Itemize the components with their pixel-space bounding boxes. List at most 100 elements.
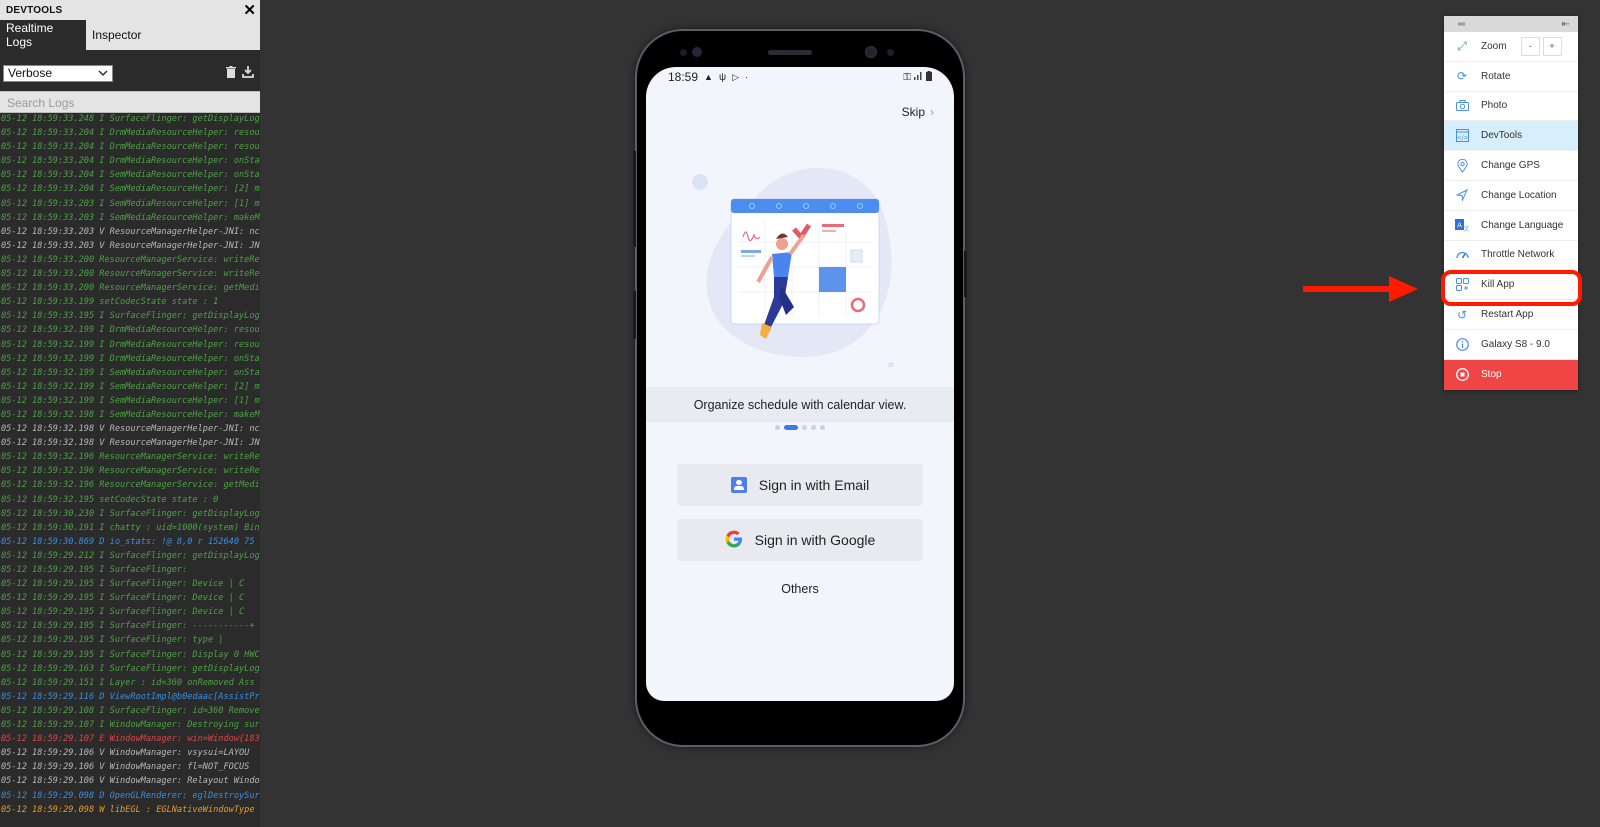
toolbar-item-change-language[interactable]: A文 Change Language (1444, 211, 1578, 241)
log-line: 05-12 18:59:29.195 I SurfaceFlinger: Dev… (1, 579, 245, 590)
gauge-icon (1455, 248, 1469, 262)
log-line: 05-12 18:59:32.196 ResourceManagerServic… (1, 466, 260, 477)
rotate-icon: ⟳ (1456, 69, 1468, 84)
toolbar-item-zoom: ⤢ Zoom - + (1444, 32, 1578, 62)
dot-icon: · (745, 72, 749, 82)
log-line: 05-12 18:59:29.106 V WindowManager: fl=N… (1, 762, 250, 773)
log-list[interactable]: 05-12 18:59:33.248 I SurfaceFlinger: get… (0, 112, 260, 827)
play-store-icon: ▷ (732, 71, 740, 82)
toolbar-item-rotate[interactable]: ⟳ Rotate (1444, 62, 1578, 92)
log-line: 05-12 18:59:33.204 I SemMediaResourceHel… (1, 184, 260, 195)
download-icon[interactable] (242, 65, 254, 81)
devtools-header: DEVTOOLS ✕ (0, 0, 260, 20)
devtools-panel: DEVTOOLS ✕ Realtime Logs Inspector Verbo… (0, 0, 260, 827)
sign-in-email-button[interactable]: Sign in with Email (677, 464, 923, 506)
log-line: 05-12 18:59:33.203 V ResourceManagerHelp… (1, 226, 260, 237)
toolbar-item-devtools[interactable]: </> DevTools (1444, 121, 1578, 152)
log-line: 05-12 18:59:33.204 I SemMediaResourceHel… (1, 170, 260, 181)
svg-text:</>: </> (1456, 135, 1468, 142)
skip-button[interactable]: Skip › (902, 105, 934, 119)
zoom-out-button[interactable]: - (1520, 36, 1540, 56)
phone-device-frame: 18:59 ▲ ψ ▷ · ⚿ Skip › Organize schedule… (633, 29, 967, 747)
log-line: 05-12 18:59:32.199 I SemMediaResourceHel… (1, 367, 260, 378)
log-line: 05-12 18:59:29.107 I WindowManager: Dest… (1, 720, 260, 731)
trash-icon[interactable] (226, 65, 236, 81)
info-icon (1455, 337, 1469, 351)
log-line: 05-12 18:59:29.195 I SurfaceFlinger: Dis… (1, 649, 260, 660)
vpn-key-icon: ⚿ (903, 71, 911, 83)
toolbar-item-change-location[interactable]: Change Location (1444, 181, 1578, 211)
navigation-icon (1455, 188, 1469, 202)
log-line: 05-12 18:59:30.230 I SurfaceFlinger: get… (1, 508, 260, 519)
search-logs-input[interactable]: Search Logs (0, 91, 260, 113)
caption-text: Organize schedule with calendar view. (693, 397, 907, 412)
log-line: 05-12 18:59:29.195 I SurfaceFlinger: Dev… (1, 607, 245, 618)
signal-icon (914, 71, 923, 83)
chevron-down-icon (98, 66, 108, 80)
toolbar-label: Restart App (1481, 309, 1534, 321)
close-icon[interactable]: ✕ (243, 3, 256, 18)
log-line: 05-12 18:59:32.199 I DrmMediaResourceHel… (1, 325, 260, 336)
pager-dot-active[interactable] (784, 425, 798, 430)
tab-inspector[interactable]: Inspector (86, 20, 147, 50)
log-line: 05-12 18:59:33.204 I DrmMediaResourceHel… (1, 128, 260, 139)
sign-in-google-label: Sign in with Google (754, 532, 876, 548)
pager-dots (646, 425, 954, 430)
svg-text:A: A (1457, 221, 1462, 229)
log-line: 05-12 18:59:33.204 I DrmMediaResourceHel… (1, 156, 260, 167)
stop-icon (1455, 368, 1469, 382)
log-line: 05-12 18:59:33.248 I SurfaceFlinger: get… (1, 114, 260, 124)
log-line: 05-12 18:59:29.163 I SurfaceFlinger: get… (1, 663, 260, 674)
sign-in-email-label: Sign in with Email (758, 477, 870, 493)
log-line: 05-12 18:59:29.195 I SurfaceFlinger: (1, 565, 188, 575)
log-line: 05-12 18:59:32.196 ResourceManagerServic… (1, 480, 260, 491)
pager-dot[interactable] (802, 425, 807, 430)
log-line: 05-12 18:59:29.212 I SurfaceFlinger: get… (1, 550, 260, 561)
pager-dot[interactable] (820, 425, 825, 430)
log-line: 05-12 18:59:32.196 ResourceManagerServic… (1, 452, 260, 463)
svg-text:文: 文 (1463, 225, 1469, 232)
onboarding-caption: Organize schedule with calendar view. (646, 387, 954, 422)
log-line: 05-12 18:59:33.199 setCodecState state :… (1, 297, 219, 308)
pager-dot[interactable] (775, 425, 780, 430)
pager-dot[interactable] (811, 425, 816, 430)
sign-in-google-button[interactable]: Sign in with Google (677, 519, 923, 561)
log-line: 05-12 18:59:30.869 D io_stats: !@ 8,0 r … (1, 536, 255, 547)
toolbar-label: Photo (1481, 100, 1508, 112)
toolbar-label: Change Location (1481, 189, 1557, 201)
log-line: 05-12 18:59:33.203 I SemMediaResourceHel… (1, 212, 260, 223)
language-icon: A文 (1455, 218, 1469, 232)
power-button (964, 251, 967, 297)
toolbar-label: DevTools (1481, 130, 1523, 142)
volume-button (633, 291, 636, 339)
bixby-button (633, 151, 636, 247)
toolbar-item-stop[interactable]: Stop (1444, 359, 1578, 390)
others-link[interactable]: Others (646, 582, 954, 596)
toolbar-item-photo[interactable]: Photo (1444, 92, 1578, 122)
drag-handle-icon[interactable]: ═ (1458, 19, 1465, 30)
log-level-select[interactable]: Verbose (3, 64, 113, 82)
log-line: 05-12 18:59:29.106 V WindowManager: vsys… (1, 748, 250, 759)
annotation-arrow (1303, 276, 1418, 302)
zoom-in-button[interactable]: + (1542, 36, 1562, 56)
toolbar-label: Change GPS (1481, 160, 1540, 172)
chevron-right-icon: › (930, 105, 934, 119)
collapse-icon[interactable]: ⇤ (1562, 19, 1570, 30)
log-line: 05-12 18:59:29.116 D ViewRootImpl@b0edaa… (1, 691, 260, 702)
log-line: 05-12 18:59:29.107 E WindowManager: win=… (1, 734, 260, 745)
google-icon (725, 530, 743, 551)
toolbar-label: Change Language (1481, 219, 1564, 231)
status-time: 18:59 (668, 70, 699, 84)
log-line: 05-12 18:59:32.199 I DrmMediaResourceHel… (1, 339, 260, 350)
devtools-tabs: Realtime Logs Inspector (0, 20, 260, 50)
phone-sensors (637, 43, 963, 63)
battery-icon (926, 70, 932, 84)
log-line: 05-12 18:59:29.151 I Layer : id=360 onRe… (1, 677, 255, 688)
log-line: 05-12 18:59:32.199 I SemMediaResourceHel… (1, 381, 260, 392)
tab-realtime-logs[interactable]: Realtime Logs (0, 20, 86, 50)
toolbar-item-throttle-network[interactable]: Throttle Network (1444, 241, 1578, 271)
contact-icon (730, 477, 747, 493)
toolbar-item-change-gps[interactable]: Change GPS (1444, 151, 1578, 181)
toolbar-item-device-info[interactable]: Galaxy S8 - 9.0 (1444, 330, 1578, 360)
toolbar-header: ═ ⇤ (1444, 16, 1578, 32)
